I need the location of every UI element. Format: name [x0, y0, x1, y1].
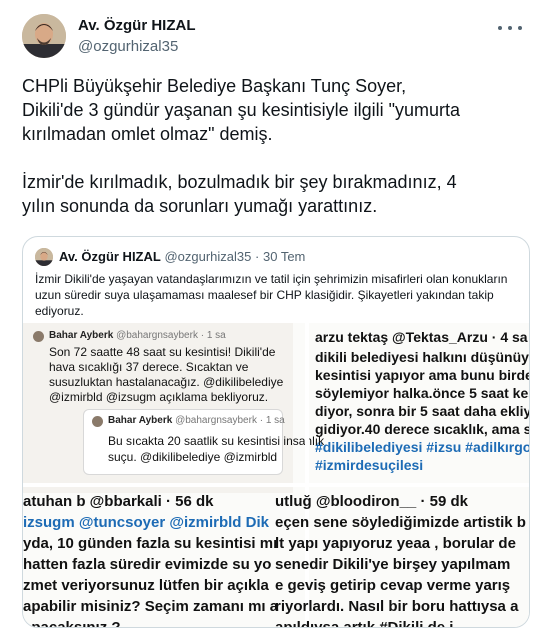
panel4-line: apabilir misiniz? Seçim zamanı mı a: [23, 598, 279, 615]
quoted-tweet[interactable]: Av. Özgür HIZAL @ozgurhizal35 · 30 Tem İ…: [22, 236, 530, 628]
quote-dot: ·: [255, 249, 260, 264]
panel1-handle: @bahargnsayberk · 1 sa: [116, 330, 226, 341]
author-avatar[interactable]: [22, 14, 66, 58]
panel1-header: Bahar Ayberk @bahargnsayberk · 1 sa: [49, 330, 226, 342]
tweet-text: CHPli Büyükşehir Belediye Başkanı Tunç S…: [22, 76, 461, 216]
panel4-line: hatten fazla süredir evimizde su yo: [23, 556, 272, 573]
panel2-card: Bahar Ayberk @bahargnsayberk · 1 sa Bu s…: [83, 409, 324, 475]
author-name[interactable]: Av. Özgür HIZAL: [78, 17, 196, 34]
panel3-header: arzu tektaş @Tektas_Arzu · 4 sa: [315, 329, 528, 345]
panel4-line: zmet veriyorsunuz lütfen bir açıkla: [23, 577, 269, 594]
panel5-line: eçen sene söylediğimizde artistik b: [275, 514, 526, 531]
panel3-line: dikili belediyesi halkını düşünüyor.24 s: [315, 349, 529, 365]
quote-author-avatar: [35, 248, 53, 266]
panel3-line: diyor, sonra bir 5 saat daha ekliyor.bu …: [315, 403, 530, 419]
panel5-header: utluğ @bloodiron__ · 59 dk: [275, 493, 468, 510]
panel5-line: senedir Dikili'ye birşey yapılmam: [275, 556, 511, 573]
panel4-header: atuhan b @bbarkali · 56 dk: [23, 493, 214, 510]
quote-header: Av. Özgür HIZAL @ozgurhizal35 · 30 Tem: [59, 249, 305, 264]
panel5-line: e geviş getirip cevap verme yarış: [275, 577, 511, 594]
panel4-line: apacaksınız ?: [23, 619, 121, 628]
panel3-line: gidiyor.40 derece sıcaklık, ama su yok.: [315, 421, 529, 437]
quote-media-collage[interactable]: Bahar Ayberk @bahargnsayberk · 1 sa Son …: [23, 323, 530, 628]
panel2-line: Bu sıcakta 20 saatlik su kesintisi insan…: [108, 434, 325, 448]
panel2-header: Bahar Ayberk @bahargnsayberk · 1 sa: [108, 415, 285, 427]
panel5-line: lt yapı yapıyoruz yeaa , borular de: [275, 535, 516, 552]
panel1-line: hava sıcaklığı 37 derece. Sıcaktan ve: [49, 360, 249, 374]
tweet: Av. Özgür HIZAL @ozgurhizal35 CHPli Büyü…: [0, 0, 542, 634]
more-options-icon[interactable]: [498, 20, 522, 36]
panel3-hashtags: #dikilibelediyesi #izsu #adilkırgoz: [315, 439, 530, 455]
panel3-hashtags: #izmirdesuçilesi: [315, 457, 424, 473]
panel1-line: susuzluktan hastalanacağız. @dikilibeled…: [49, 375, 284, 389]
panel4-line: yda, 10 günden fazla su kesintisi mı: [23, 535, 278, 552]
panel4-line: izsugm @tuncsoyer @izmirbld Dik: [23, 514, 269, 531]
panel1-line: Son 72 saatte 48 saat su kesintisi! Diki…: [49, 345, 276, 359]
panel2-handle: @bahargnsayberk · 1 sa: [175, 415, 285, 426]
panel1-name: Bahar Ayberk: [49, 330, 114, 341]
quote-date: 30 Tem: [262, 249, 306, 264]
media-divider-horizontal: [23, 483, 529, 487]
panel5-line: riyorlardı. Nasıl bir boru hattıysa a: [275, 598, 519, 615]
panel-avatar-icon: [92, 416, 103, 427]
author-handle[interactable]: @ozgurhizal35: [78, 38, 178, 55]
panel1-line: @izmirbld @izsugm açıklama bekliyoruz.: [49, 390, 269, 404]
panel3-line: kesintisi yapıyor ama bunu birden bire: [315, 367, 529, 383]
panel2-line: suçu. @dikilibelediye @izmirbld: [108, 450, 278, 464]
panel3-line: söylemiyor halka.önce 5 saat kesinti va: [315, 385, 529, 401]
quote-author-handle: @ozgurhizal35: [164, 249, 252, 264]
panel5-line: apıldıysa artık #Dikili de i: [275, 619, 454, 628]
panel2-name: Bahar Ayberk: [108, 415, 173, 426]
quote-author-name: Av. Özgür HIZAL: [59, 249, 161, 264]
quote-text: İzmir Dikili'de yaşayan vatandaşlarımızı…: [35, 272, 508, 318]
panel-avatar-icon: [33, 331, 44, 342]
